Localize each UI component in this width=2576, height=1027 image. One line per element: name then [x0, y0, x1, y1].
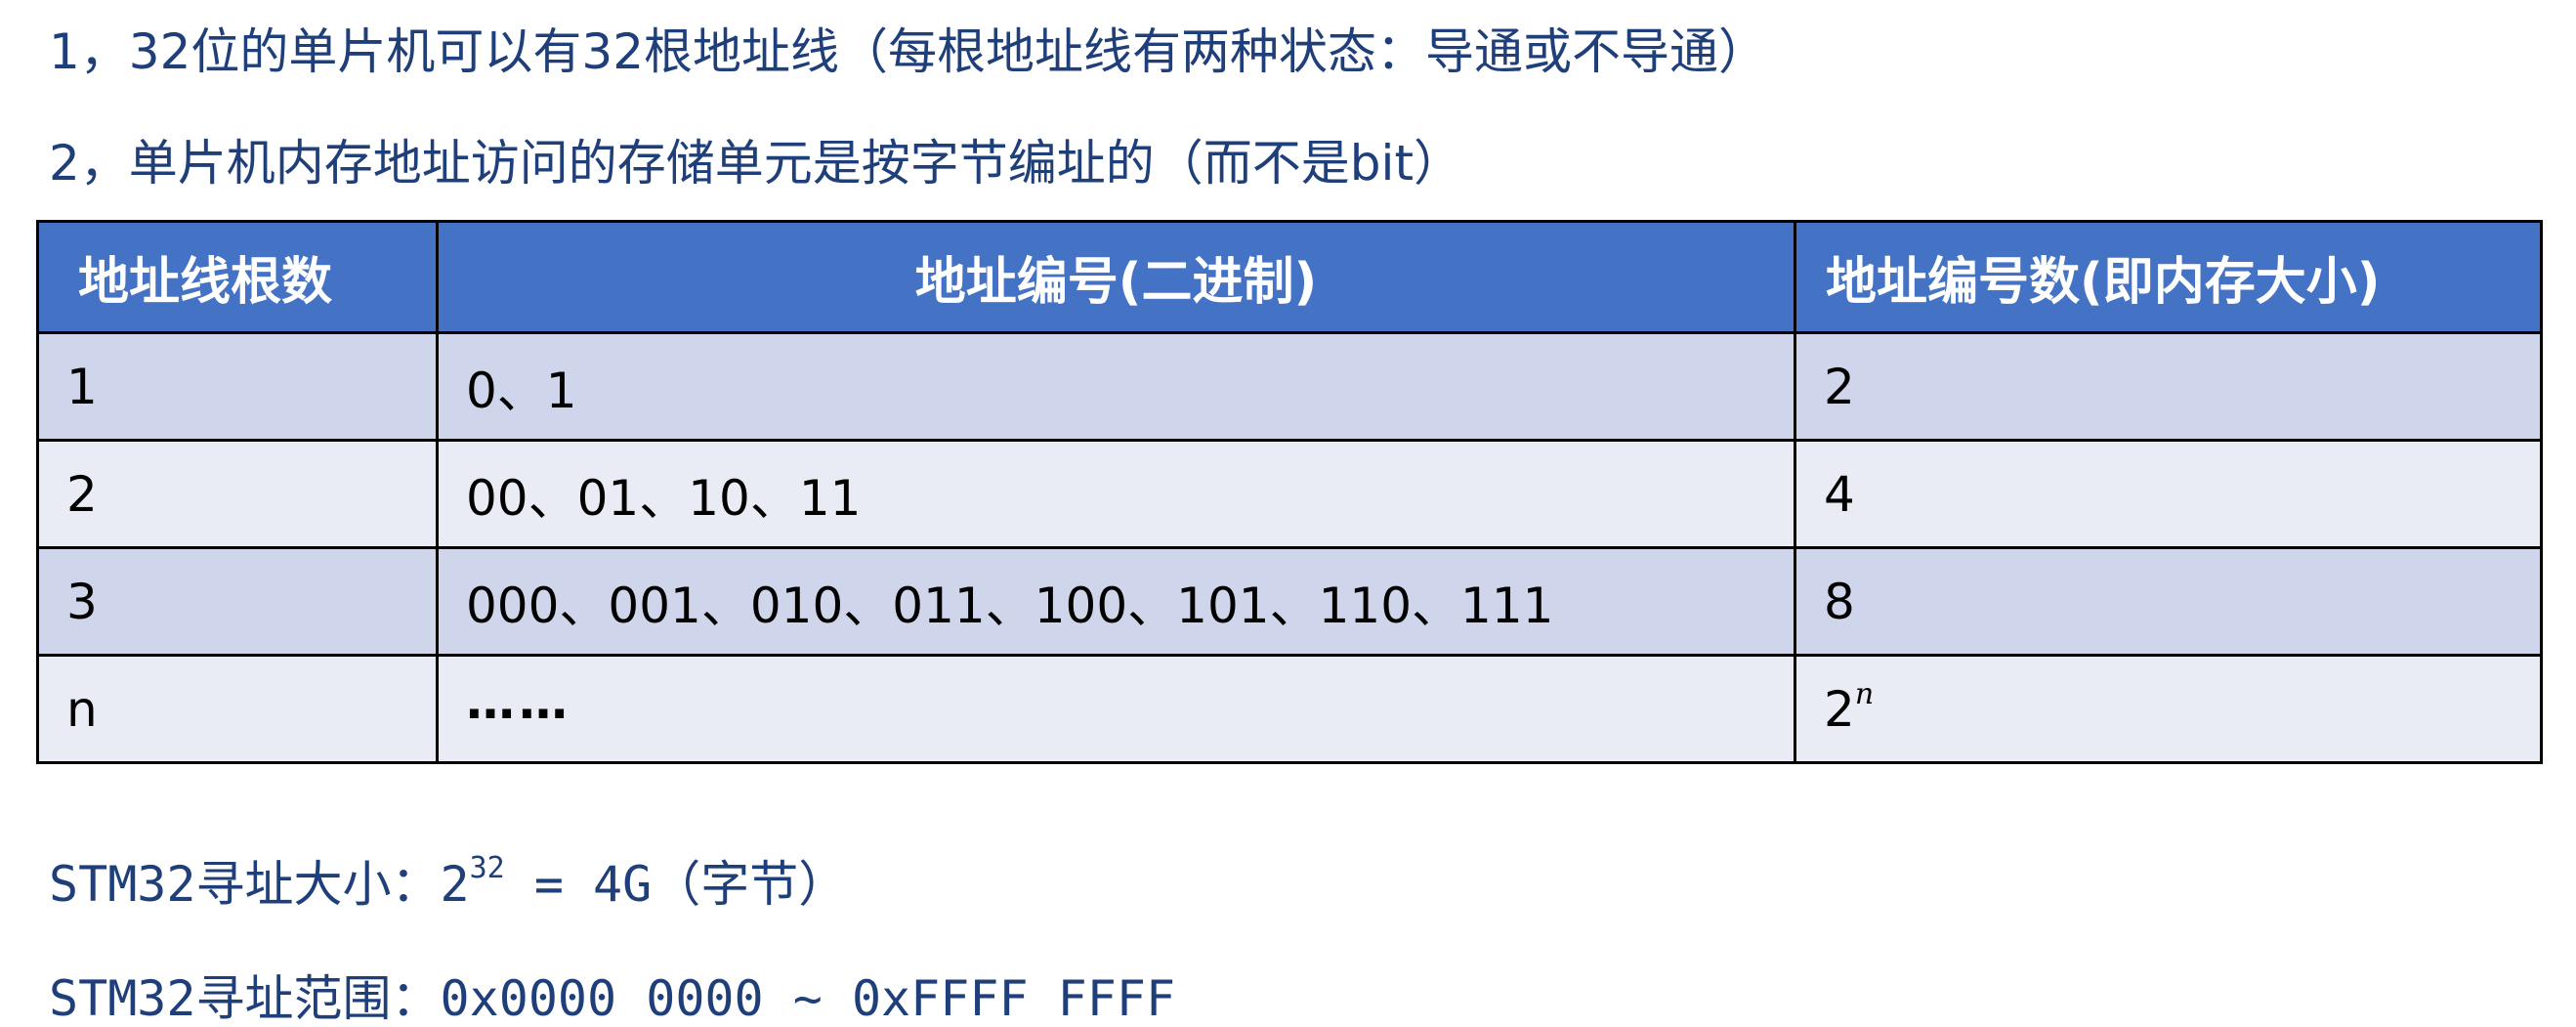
cell-binary: 00、01、10、11	[436, 439, 1796, 549]
table-row: 2 00、01、10、11 4	[36, 439, 2543, 549]
note-line-2: 2，单片机内存地址访问的存储单元是按字节编址的（而不是bit）	[49, 135, 1463, 192]
ellipsis: ……	[466, 672, 571, 730]
cell-count: 2	[1794, 331, 2543, 442]
address-table: 地址线根数 地址编号(二进制) 地址编号数(即内存大小) 1 0、1 2 2 0…	[36, 220, 2543, 764]
power-base: 2	[1824, 680, 1855, 738]
stm32-address-range: STM32寻址范围：0x0000 0000 ~ 0xFFFF FFFF	[49, 970, 1176, 1027]
cell-lines: n	[36, 654, 439, 764]
cell-lines: 3	[36, 546, 439, 657]
size-suffix: = 4G（字节）	[504, 856, 848, 913]
power-exponent: n	[1854, 676, 1875, 711]
table-row: 3 000、001、010、011、100、101、110、111 8	[36, 546, 2543, 657]
cell-binary: 0、1	[436, 331, 1796, 442]
size-exponent: 32	[469, 851, 505, 885]
cell-count: 2n	[1794, 654, 2543, 764]
table-header-row: 地址线根数 地址编号(二进制) 地址编号数(即内存大小)	[36, 220, 2543, 334]
header-address-lines: 地址线根数	[36, 220, 439, 334]
cell-count: 8	[1794, 546, 2543, 657]
cell-binary: 000、001、010、011、100、101、110、111	[436, 546, 1796, 657]
header-address-count: 地址编号数(即内存大小)	[1794, 220, 2543, 334]
cell-binary: ……	[436, 654, 1796, 764]
table-row: n …… 2n	[36, 654, 2543, 764]
note-line-1: 1，32位的单片机可以有32根地址线（每根地址线有两种状态：导通或不导通）	[49, 23, 1768, 80]
cell-lines: 2	[36, 439, 439, 549]
stm32-address-size: STM32寻址大小：232 = 4G（字节）	[49, 854, 847, 910]
header-address-binary: 地址编号(二进制)	[436, 220, 1796, 334]
cell-lines: 1	[36, 331, 439, 442]
cell-count: 4	[1794, 439, 2543, 549]
size-prefix: STM32寻址大小：2	[49, 856, 470, 913]
table-row: 1 0、1 2	[36, 331, 2543, 442]
